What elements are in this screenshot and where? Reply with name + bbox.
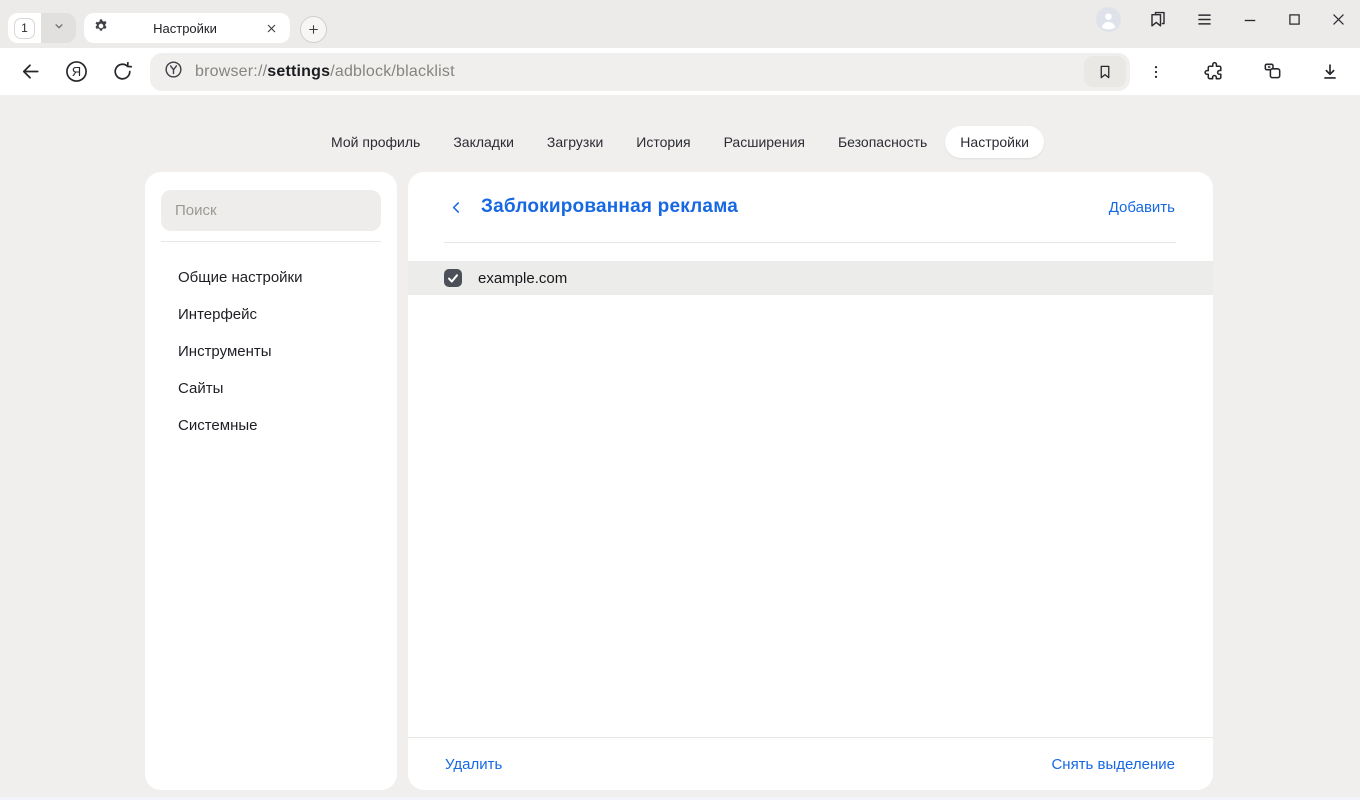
minimize-icon [1241,10,1259,28]
nav-tab-my-profile[interactable]: Мой профиль [316,126,435,158]
blacklist-domain: example.com [478,270,567,287]
reload-button[interactable] [104,54,140,90]
search-input[interactable] [161,190,381,231]
url-text[interactable]: browser://settings/adblock/blacklist [195,63,455,81]
downloads-button[interactable] [1312,54,1348,90]
maximize-icon [1286,11,1303,28]
yandex-logo-icon: Я [64,59,89,84]
page-menu-button[interactable] [1138,54,1174,90]
back-to-settings-button[interactable] [444,195,468,219]
checkmark-icon [447,273,459,284]
blacklist-footer: Удалить Снять выделение [408,738,1213,790]
kebab-menu-icon [1147,63,1165,81]
window-maximize-button[interactable] [1286,11,1303,28]
bookmarks-icon [1148,9,1168,29]
add-bookmark-button[interactable] [1084,56,1126,87]
nav-tab-bookmarks[interactable]: Закладки [438,126,529,158]
window-minimize-button[interactable] [1241,10,1259,28]
extensions-button[interactable] [1196,54,1232,90]
tab-group-count-badge: 1 [14,18,35,39]
tab-title: Настройки [109,21,261,36]
sidebar-item-tools[interactable]: Инструменты [161,333,381,370]
download-icon [1319,61,1341,83]
close-icon [1330,11,1347,28]
browser-menu-button[interactable] [1195,10,1214,29]
settings-gear-icon [93,18,109,39]
nav-tab-settings[interactable]: Настройки [945,126,1044,158]
passwords-key-icon [1261,60,1284,83]
bookmark-icon [1096,63,1114,81]
window-close-button[interactable] [1330,11,1347,28]
settings-sidebar: Общие настройки Интерфейс Инструменты Са… [145,172,397,790]
reload-icon [111,60,134,83]
chevron-left-icon [448,199,465,216]
settings-nav-tabs: Мой профиль Закладки Загрузки История Ра… [0,95,1360,158]
add-site-button[interactable]: Добавить [1109,199,1175,216]
delete-button[interactable]: Удалить [445,756,502,773]
page-title: Заблокированная реклама [481,196,1109,218]
nav-tab-history[interactable]: История [621,126,705,158]
protect-icon[interactable] [163,59,184,85]
close-icon [266,23,277,34]
chevron-down-icon [52,19,66,38]
sidebar-items: Общие настройки Интерфейс Инструменты Са… [161,259,381,444]
header-divider [444,242,1176,243]
tab-close-button[interactable] [261,18,281,38]
toolbar-right-group [1138,54,1348,90]
nav-tab-downloads[interactable]: Загрузки [532,126,618,158]
list-empty-space [408,295,1213,737]
tab-group-control[interactable]: 1 [8,13,76,43]
back-button[interactable] [12,54,48,90]
sidebar-item-sites[interactable]: Сайты [161,370,381,407]
extensions-puzzle-icon [1203,60,1226,83]
window-controls-group [1096,5,1347,33]
row-checkbox-checked[interactable] [444,269,462,287]
profile-avatar[interactable] [1096,7,1121,32]
sidebar-divider [161,241,381,242]
settings-layout: Общие настройки Интерфейс Инструменты Са… [145,172,1213,790]
yandex-home-button[interactable]: Я [58,54,94,90]
nav-tab-extensions[interactable]: Расширения [709,126,820,158]
blacklist-row[interactable]: example.com [408,261,1213,295]
tab-group-expand-button[interactable] [41,13,76,43]
passwords-button[interactable] [1254,54,1290,90]
browser-tab-settings[interactable]: Настройки [84,13,290,43]
blacklist-header: Заблокированная реклама Добавить [408,172,1213,242]
svg-text:Я: Я [71,64,80,79]
blacklist-panel: Заблокированная реклама Добавить example… [408,172,1213,790]
browser-toolbar: Я browser://settings/adblock/blacklist [0,48,1360,95]
deselect-button[interactable]: Снять выделение [1051,756,1175,773]
address-bar[interactable]: browser://settings/adblock/blacklist [150,53,1130,91]
tab-strip: 1 Настройки [0,0,1360,48]
blacklist-list: example.com [408,261,1213,295]
tab-group-count[interactable]: 1 [8,13,41,43]
hamburger-icon [1195,10,1214,29]
arrow-left-icon [19,60,42,83]
sidebar-item-system[interactable]: Системные [161,407,381,444]
sidebar-item-interface[interactable]: Интерфейс [161,296,381,333]
plus-icon [307,23,320,36]
sidebar-item-general[interactable]: Общие настройки [161,259,381,296]
settings-page: Мой профиль Закладки Загрузки История Ра… [0,95,1360,800]
bookmarks-panel-button[interactable] [1148,9,1168,29]
new-tab-button[interactable] [300,16,327,43]
nav-tab-security[interactable]: Безопасность [823,126,942,158]
